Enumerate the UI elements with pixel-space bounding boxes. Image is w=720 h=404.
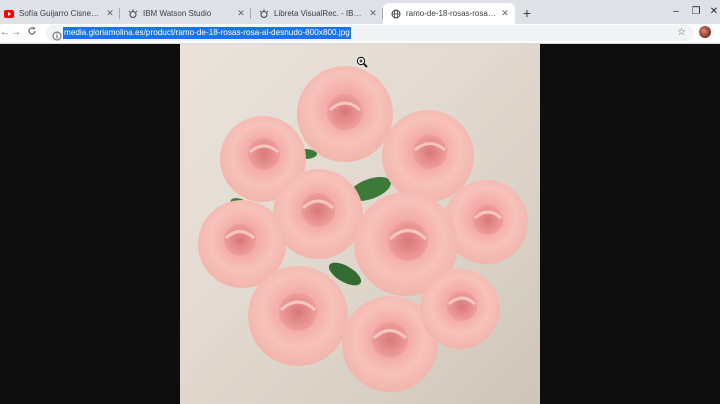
rose-bouquet-illustration <box>198 66 528 392</box>
info-icon[interactable] <box>52 28 62 41</box>
tab-title: ramo-de-18-rosas-rosa-al-desnudo <box>406 9 496 18</box>
reload-button[interactable] <box>25 26 39 40</box>
profile-avatar[interactable] <box>699 26 711 38</box>
url-text[interactable]: media.gloriamolina.es/product/ramo-de-18… <box>63 27 351 39</box>
tab-title: Sofía Guijarro Cisneros - YouTube <box>19 9 101 18</box>
close-tab-icon[interactable]: ✕ <box>104 8 116 20</box>
globe-icon <box>391 9 401 19</box>
close-tab-icon[interactable]: ✕ <box>235 8 247 20</box>
rose <box>382 110 474 202</box>
image-viewer <box>0 44 720 404</box>
youtube-icon <box>4 9 14 19</box>
rose <box>420 269 500 349</box>
bookmark-star-icon[interactable]: ☆ <box>677 26 686 40</box>
close-window-button[interactable]: ✕ <box>704 4 720 20</box>
minimize-button[interactable]: – <box>666 4 686 20</box>
close-tab-icon[interactable]: ✕ <box>499 8 511 20</box>
reload-icon <box>28 26 36 35</box>
new-tab-button[interactable]: + <box>519 5 535 21</box>
tab-ibm-watson-studio[interactable]: IBM Watson Studio ✕ <box>120 3 251 24</box>
address-bar[interactable]: media.gloriamolina.es/product/ramo-de-18… <box>46 25 694 41</box>
zoom-in-cursor-icon <box>356 56 368 68</box>
tab-title: IBM Watson Studio <box>143 9 212 18</box>
forward-button[interactable]: → <box>9 26 23 40</box>
browser-toolbar: ← → media.gloriamolina.es/product/ramo-d… <box>0 24 720 44</box>
rose-bouquet-photo[interactable] <box>180 44 540 404</box>
restore-button[interactable]: ❐ <box>686 4 706 20</box>
tab-libreta-visualrec[interactable]: Libreta VisualRec. - IBM Watson ✕ <box>251 3 383 24</box>
tab-strip: Sofía Guijarro Cisneros - YouTube ✕ IBM … <box>0 0 720 24</box>
tab-youtube[interactable]: Sofía Guijarro Cisneros - YouTube ✕ <box>0 3 120 24</box>
rose <box>248 266 348 366</box>
ibm-watson-icon <box>128 9 138 19</box>
rose <box>297 66 393 162</box>
close-tab-icon[interactable]: ✕ <box>367 8 379 20</box>
tab-title: Libreta VisualRec. - IBM Watson <box>274 9 364 18</box>
rose <box>273 169 363 259</box>
ibm-watson-icon <box>259 9 269 19</box>
tab-ramo-rosas-active[interactable]: ramo-de-18-rosas-rosa-al-desnudo ✕ <box>383 3 515 24</box>
